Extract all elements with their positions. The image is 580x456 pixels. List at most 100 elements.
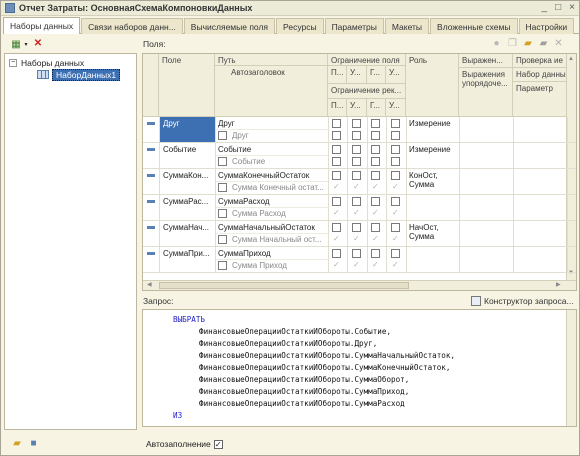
cell-path[interactable]: СуммаПриход xyxy=(216,248,328,259)
restriction-checkbox[interactable] xyxy=(391,197,400,206)
cell-field[interactable]: СуммаРас... xyxy=(161,196,215,207)
cell-field[interactable]: Событие xyxy=(161,144,215,155)
folder-icon[interactable]: ▰ xyxy=(538,38,549,49)
restriction-checkbox[interactable] xyxy=(332,145,341,154)
tab-calculated-fields[interactable]: Вычисляемые поля xyxy=(183,18,276,34)
req-restriction-checkbox[interactable] xyxy=(352,157,361,166)
header-p[interactable]: П... xyxy=(328,66,347,84)
restriction-checkbox[interactable] xyxy=(332,171,341,180)
scroll-down-icon[interactable]: ▼ xyxy=(568,270,574,276)
cell-path[interactable]: Событие xyxy=(216,144,328,155)
autofill-toggle[interactable]: Автозаполнение ✓ xyxy=(146,439,223,449)
req-restriction-checkbox[interactable] xyxy=(391,157,400,166)
req-restriction-checkbox[interactable] xyxy=(332,157,341,166)
restriction-checkbox[interactable] xyxy=(391,119,400,128)
tree-item-dataset1[interactable]: НаборДанных1 xyxy=(37,68,121,81)
tab-parameters[interactable]: Параметры xyxy=(324,18,384,34)
autotitle-checkbox[interactable] xyxy=(218,261,227,270)
cell-autotitle[interactable]: Сумма Начальный ост... xyxy=(230,234,328,245)
restriction-checkbox[interactable] xyxy=(371,223,380,232)
restriction-checkbox[interactable] xyxy=(332,197,341,206)
header-role[interactable]: Роль xyxy=(406,54,459,117)
cell-field[interactable]: СуммаНач... xyxy=(161,222,215,233)
tab-templates[interactable]: Макеты xyxy=(384,18,430,34)
cell-field[interactable]: СуммаКон... xyxy=(161,170,215,181)
tree-root[interactable]: − Наборы данных xyxy=(9,57,84,68)
restriction-checkbox[interactable] xyxy=(391,171,400,180)
restriction-checkbox[interactable] xyxy=(371,171,380,180)
cell-autotitle[interactable]: Сумма Расход xyxy=(230,208,328,219)
cell-path[interactable]: Друг xyxy=(216,118,328,129)
chevron-down-icon[interactable]: ▾ xyxy=(23,38,29,50)
restriction-checkbox[interactable] xyxy=(352,171,361,180)
minimize-button[interactable]: _ xyxy=(542,2,548,13)
header-param[interactable]: Параметр xyxy=(513,82,567,117)
collapse-icon[interactable]: − xyxy=(9,58,17,67)
req-restriction-checkbox[interactable] xyxy=(371,131,380,140)
restriction-checkbox[interactable] xyxy=(371,249,380,258)
delete-icon[interactable]: ✕ xyxy=(32,37,44,49)
scroll-up-icon[interactable]: ▲ xyxy=(568,56,574,62)
save-icon[interactable]: ■ xyxy=(28,438,39,449)
remove-field-icon[interactable]: ✕ xyxy=(553,38,564,49)
header-path[interactable]: Путь xyxy=(215,54,328,66)
header-u2-sub[interactable]: У... xyxy=(386,99,406,117)
restriction-checkbox[interactable] xyxy=(332,223,341,232)
circle-icon[interactable]: ● xyxy=(491,38,502,49)
header-field[interactable]: Поле xyxy=(159,54,215,117)
header-field-restriction[interactable]: Ограничение поля xyxy=(328,54,406,66)
header-autotitle[interactable]: Автозаголовок xyxy=(215,66,328,117)
autotitle-checkbox[interactable] xyxy=(218,183,227,192)
restriction-checkbox[interactable] xyxy=(352,119,361,128)
scroll-left-icon[interactable]: ◀ xyxy=(147,281,152,288)
open-folder-icon[interactable]: ▰ xyxy=(11,438,23,449)
query-scrollbar[interactable] xyxy=(566,310,576,426)
cell-field[interactable]: СуммаПри... xyxy=(161,248,215,259)
header-u2[interactable]: У... xyxy=(386,66,406,84)
autofill-checkbox[interactable]: ✓ xyxy=(213,439,223,449)
cell-path[interactable]: СуммаРасход xyxy=(216,196,328,207)
restriction-checkbox[interactable] xyxy=(391,223,400,232)
query-text[interactable]: ВЫБРАТЬ ФинансовыеОперацииОстаткиИОборот… xyxy=(142,309,577,427)
restriction-checkbox[interactable] xyxy=(332,119,341,128)
header-expressions[interactable]: Выражен... xyxy=(459,54,513,68)
cell-autotitle[interactable]: Событие xyxy=(230,156,328,167)
autotitle-checkbox[interactable] xyxy=(218,209,227,218)
req-restriction-checkbox[interactable] xyxy=(332,131,341,140)
header-u-sub[interactable]: У... xyxy=(347,99,367,117)
scroll-thumb[interactable] xyxy=(159,282,409,289)
restriction-checkbox[interactable] xyxy=(352,145,361,154)
tab-datasets[interactable]: Наборы данных xyxy=(3,17,81,34)
cell-role[interactable] xyxy=(407,196,459,198)
restriction-checkbox[interactable] xyxy=(371,145,380,154)
restriction-checkbox[interactable] xyxy=(352,197,361,206)
header-check[interactable]: Проверка ие xyxy=(513,54,567,68)
copy-icon[interactable]: ❐ xyxy=(507,38,518,49)
folder-add-icon[interactable]: ▰ xyxy=(522,38,534,49)
restriction-checkbox[interactable] xyxy=(371,197,380,206)
restriction-checkbox[interactable] xyxy=(352,249,361,258)
header-u[interactable]: У... xyxy=(347,66,367,84)
cell-path[interactable]: СуммаНачальныйОстаток xyxy=(216,222,328,233)
header-dataset-col[interactable]: Набор данны xyxy=(513,68,567,82)
tab-nested-schemas[interactable]: Вложенные схемы xyxy=(430,18,518,34)
req-restriction-checkbox[interactable] xyxy=(352,131,361,140)
restriction-checkbox[interactable] xyxy=(332,249,341,258)
req-restriction-checkbox[interactable] xyxy=(371,157,380,166)
cell-autotitle[interactable]: Сумма Приход xyxy=(230,260,328,271)
maximize-button[interactable]: □ xyxy=(555,2,561,13)
restriction-checkbox[interactable] xyxy=(391,249,400,258)
header-p-sub[interactable]: П... xyxy=(328,99,347,117)
restriction-checkbox[interactable] xyxy=(352,223,361,232)
header-g-sub[interactable]: Г... xyxy=(367,99,386,117)
tab-resources[interactable]: Ресурсы xyxy=(276,18,324,34)
cell-role[interactable] xyxy=(407,248,459,250)
cell-path[interactable]: СуммаКонечныйОстаток xyxy=(216,170,328,181)
req-restriction-checkbox[interactable] xyxy=(391,131,400,140)
header-order-expr[interactable]: Выражения упорядоче... xyxy=(459,68,513,117)
close-button[interactable]: × xyxy=(569,2,575,13)
tab-dataset-links[interactable]: Связи наборов данн... xyxy=(81,18,183,34)
cell-autotitle[interactable]: Друг xyxy=(230,130,328,141)
autotitle-checkbox[interactable] xyxy=(218,157,227,166)
add-dataset-icon[interactable]: ▦ xyxy=(9,38,23,50)
